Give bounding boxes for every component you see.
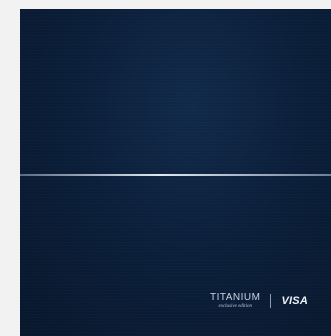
visa-logo: VISA: [281, 295, 308, 307]
titanium-subtitle: exclusive edition: [218, 304, 252, 309]
titanium-wordmark: TITANIUM: [210, 292, 261, 303]
titanium-logo: TITANIUM exclusive edition: [210, 292, 261, 310]
card-branding: TITANIUM exclusive edition VISA: [210, 292, 308, 310]
brand-separator: [270, 294, 272, 308]
credit-card: TITANIUM exclusive edition VISA: [20, 9, 331, 336]
card-divider-line: [20, 174, 331, 176]
